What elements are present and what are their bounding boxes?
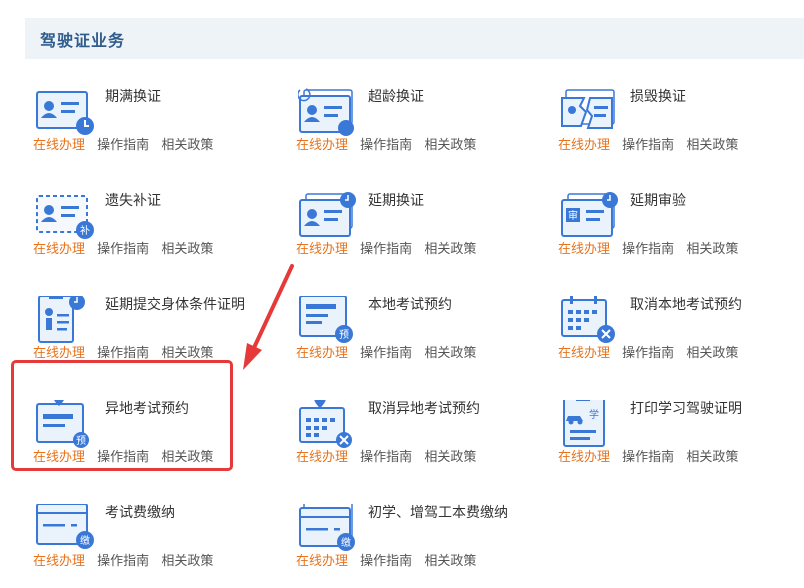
service-card-lost-reissue: 补 遗失补证 在线办理 操作指南 相关政策 xyxy=(33,186,288,276)
operation-guide-link[interactable]: 操作指南 xyxy=(360,242,412,257)
service-title[interactable]: 取消本地考试预约 xyxy=(630,294,780,316)
related-policy-link[interactable]: 相关政策 xyxy=(424,242,476,257)
service-title[interactable]: 延期审验 xyxy=(630,190,780,212)
service-card-cancel-local-exam-booking: 取消本地考试预约 在线办理 操作指南 相关政策 xyxy=(558,290,804,380)
online-process-link[interactable]: 在线办理 xyxy=(296,242,348,257)
service-card-renewal-expiry: 期满换证 在线办理 操作指南 相关政策 xyxy=(33,82,288,172)
related-policy-link[interactable]: 相关政策 xyxy=(424,138,476,153)
operation-guide-link[interactable]: 操作指南 xyxy=(97,138,149,153)
operation-guide-link[interactable]: 操作指南 xyxy=(360,346,412,361)
service-links: 在线办理 操作指南 相关政策 xyxy=(296,342,484,361)
service-links: 在线办理 操作指南 相关政策 xyxy=(33,342,221,361)
service-links: 在线办理 操作指南 相关政策 xyxy=(558,342,746,361)
svg-text:预: 预 xyxy=(339,329,349,341)
service-title[interactable]: 期满换证 xyxy=(105,86,255,108)
related-policy-link[interactable]: 相关政策 xyxy=(424,554,476,569)
operation-guide-link[interactable]: 操作指南 xyxy=(622,138,674,153)
service-title[interactable]: 延期提交身体条件证明 xyxy=(105,294,255,316)
service-links: 在线办理 操作指南 相关政策 xyxy=(558,134,746,153)
operation-guide-link[interactable]: 操作指南 xyxy=(97,554,149,569)
related-policy-link[interactable]: 相关政策 xyxy=(686,138,738,153)
id-card-stack-clock-icon xyxy=(299,192,356,237)
related-policy-link[interactable]: 相关政策 xyxy=(686,450,738,465)
svg-text:缴: 缴 xyxy=(341,536,351,549)
online-process-link[interactable]: 在线办理 xyxy=(296,450,348,465)
service-card-exam-fee-payment: 缴 考试费缴纳 在线办理 操作指南 相关政策 xyxy=(33,498,288,588)
related-policy-link[interactable]: 相关政策 xyxy=(161,138,213,153)
review-card-clock-icon: 审 xyxy=(561,192,618,237)
section-title: 驾驶证业务 xyxy=(40,31,126,50)
service-card-cancel-remote-exam-booking: 取消异地考试预约 在线办理 操作指南 相关政策 xyxy=(296,394,551,484)
online-process-link[interactable]: 在线办理 xyxy=(558,346,610,361)
service-title[interactable]: 遗失补证 xyxy=(105,190,255,212)
operation-guide-link[interactable]: 操作指南 xyxy=(622,346,674,361)
service-card-license-fee-payment: 缴 初学、增驾工本费缴纳 在线办理 操作指南 相关政策 xyxy=(296,498,551,588)
service-title[interactable]: 损毁换证 xyxy=(630,86,780,108)
operation-guide-link[interactable]: 操作指南 xyxy=(97,346,149,361)
svg-text:缴: 缴 xyxy=(80,534,90,547)
service-title[interactable]: 延期换证 xyxy=(368,190,518,212)
remote-calendar-cancel-icon xyxy=(299,400,352,448)
service-links: 在线办理 操作指南 相关政策 xyxy=(558,238,746,257)
online-process-link[interactable]: 在线办理 xyxy=(296,346,348,361)
operation-guide-link[interactable]: 操作指南 xyxy=(360,450,412,465)
highlight-box xyxy=(11,360,233,471)
svg-text:审: 审 xyxy=(568,209,578,222)
related-policy-link[interactable]: 相关政策 xyxy=(424,346,476,361)
service-card-deferred-renewal: 延期换证 在线办理 操作指南 相关政策 xyxy=(296,186,551,276)
online-process-link[interactable]: 在线办理 xyxy=(296,554,348,569)
service-title[interactable]: 初学、增驾工本费缴纳 xyxy=(368,502,518,524)
health-certificate-clock-icon xyxy=(38,296,85,343)
id-card-damaged-icon xyxy=(561,89,615,129)
online-process-link[interactable]: 在线办理 xyxy=(558,138,610,153)
online-process-link[interactable]: 在线办理 xyxy=(33,346,85,361)
service-links: 在线办理 操作指南 相关政策 xyxy=(33,134,221,153)
related-policy-link[interactable]: 相关政策 xyxy=(161,242,213,257)
service-card-deferred-review: 审 延期审验 在线办理 操作指南 相关政策 xyxy=(558,186,804,276)
operation-guide-link[interactable]: 操作指南 xyxy=(622,242,674,257)
online-process-link[interactable]: 在线办理 xyxy=(33,138,85,153)
exam-booking-icon: 预 xyxy=(299,296,353,343)
service-links: 在线办理 操作指南 相关政策 xyxy=(296,238,484,257)
service-links: 在线办理 操作指南 相关政策 xyxy=(296,550,484,569)
service-card-print-learner-permit: 学 打印学习驾驶证明 在线办理 操作指南 相关政策 xyxy=(558,394,804,484)
related-policy-link[interactable]: 相关政策 xyxy=(424,450,476,465)
id-card-refresh-icon xyxy=(298,88,354,136)
operation-guide-link[interactable]: 操作指南 xyxy=(97,242,149,257)
service-card-renewal-damaged: 损毁换证 在线办理 操作指南 相关政策 xyxy=(558,82,804,172)
id-card-reissue-icon: 补 xyxy=(36,195,94,239)
related-policy-link[interactable]: 相关政策 xyxy=(686,346,738,361)
service-links: 在线办理 操作指南 相关政策 xyxy=(33,550,221,569)
online-process-link[interactable]: 在线办理 xyxy=(33,242,85,257)
online-process-link[interactable]: 在线办理 xyxy=(558,242,610,257)
operation-guide-link[interactable]: 操作指南 xyxy=(360,554,412,569)
service-card-local-exam-booking: 预 本地考试预约 在线办理 操作指南 相关政策 xyxy=(296,290,551,380)
service-links: 在线办理 操作指南 相关政策 xyxy=(296,446,484,465)
online-process-link[interactable]: 在线办理 xyxy=(296,138,348,153)
service-title[interactable]: 取消异地考试预约 xyxy=(368,398,518,420)
service-title[interactable]: 考试费缴纳 xyxy=(105,502,255,524)
calendar-cancel-icon xyxy=(561,296,615,343)
learner-permit-icon: 学 xyxy=(563,400,605,447)
online-process-link[interactable]: 在线办理 xyxy=(33,554,85,569)
service-links: 在线办理 操作指南 相关政策 xyxy=(33,238,221,257)
operation-guide-link[interactable]: 操作指南 xyxy=(622,450,674,465)
service-card-renewal-age: 超龄换证 在线办理 操作指南 相关政策 xyxy=(296,82,551,172)
related-policy-link[interactable]: 相关政策 xyxy=(161,346,213,361)
service-title[interactable]: 超龄换证 xyxy=(368,86,518,108)
license-fee-payment-icon: 缴 xyxy=(299,504,355,551)
related-policy-link[interactable]: 相关政策 xyxy=(161,554,213,569)
svg-text:补: 补 xyxy=(80,224,90,237)
operation-guide-link[interactable]: 操作指南 xyxy=(360,138,412,153)
id-card-clock-icon xyxy=(36,91,94,135)
service-title[interactable]: 打印学习驾驶证明 xyxy=(630,398,780,420)
service-links: 在线办理 操作指南 相关政策 xyxy=(558,446,746,465)
exam-fee-payment-icon: 缴 xyxy=(36,504,94,549)
service-links: 在线办理 操作指南 相关政策 xyxy=(296,134,484,153)
svg-text:学: 学 xyxy=(589,408,599,421)
online-process-link[interactable]: 在线办理 xyxy=(558,450,610,465)
service-title[interactable]: 本地考试预约 xyxy=(368,294,518,316)
section-header: 驾驶证业务 xyxy=(25,18,804,59)
related-policy-link[interactable]: 相关政策 xyxy=(686,242,738,257)
